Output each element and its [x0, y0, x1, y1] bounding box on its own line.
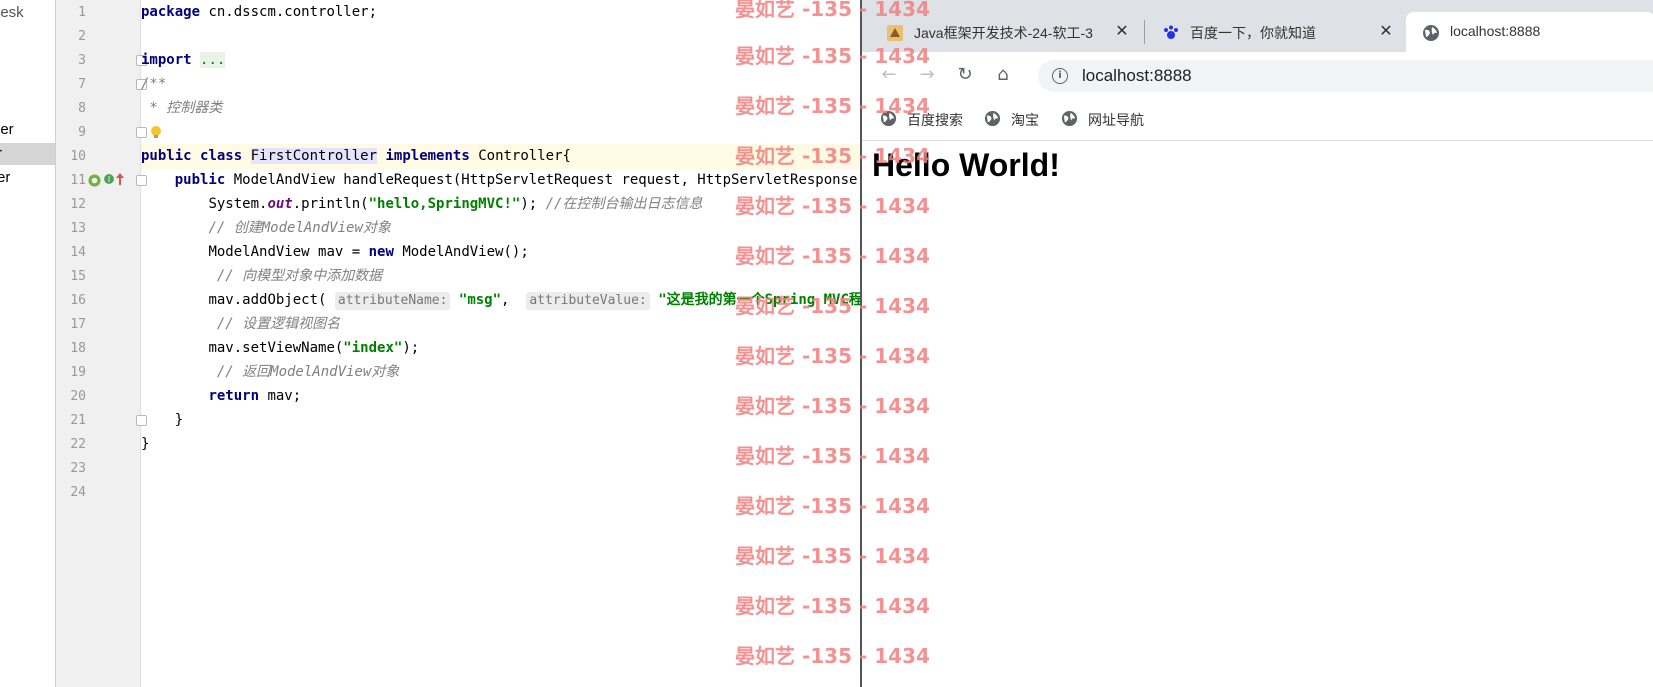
- tab-title: 百度一下，你就知道: [1190, 25, 1316, 41]
- project-tree-item[interactable]: ler: [0, 119, 55, 141]
- code-line: System.out.println("hello,SpringMVC!"); …: [208, 196, 703, 212]
- implements-arrow-icon[interactable]: [115, 172, 125, 186]
- code-line: package cn.dsscm.controller;: [141, 4, 378, 20]
- code-line: }: [174, 412, 184, 428]
- ide-window: or\Desk ler r er 1 2 3 7 8 9 10 11 12 13…: [0, 0, 861, 687]
- baidu-paw-icon: [1164, 25, 1178, 39]
- browser-toolbar: ← → ↻ ⌂ i localhost:8888: [862, 52, 1653, 98]
- tab-title: Java框架开发技术-24-软工-3: [914, 25, 1093, 41]
- line-number: 15: [70, 269, 86, 284]
- code-line: // 返回ModelAndView对象: [216, 364, 400, 380]
- page-heading: Hello World!: [872, 147, 1060, 183]
- code-line: mav.setViewName("index");: [208, 340, 420, 356]
- tab-close-icon[interactable]: ✕: [1112, 21, 1132, 41]
- intention-bulb-icon[interactable]: [149, 125, 163, 139]
- spring-bean-icon[interactable]: [88, 174, 101, 187]
- line-number: 7: [78, 77, 86, 92]
- svg-text:I: I: [108, 175, 110, 184]
- line-number: 10: [70, 149, 86, 164]
- line-number: 23: [70, 461, 86, 476]
- code-line: return mav;: [208, 388, 302, 404]
- browser-window: Java框架开发技术-24-软工-3 ✕ 百度一下，你就知道 ✕ localho…: [860, 0, 1653, 687]
- line-number: 19: [70, 365, 86, 380]
- editor-gutter: 1 2 3 7 8 9 10 11 12 13 14 15 16 17 18 1…: [56, 0, 147, 687]
- code-line: public ModelAndView handleRequest(HttpSe…: [174, 172, 858, 188]
- line-number: 11: [70, 173, 86, 188]
- code-line: }: [141, 436, 150, 452]
- parameter-hint: attributeValue:: [526, 292, 650, 310]
- java-favicon-icon: [887, 25, 903, 41]
- line-number: 13: [70, 221, 86, 236]
- line-number: 16: [70, 293, 86, 308]
- line-number: 22: [70, 437, 86, 452]
- bookmark-label: 网址导航: [1088, 112, 1144, 128]
- line-number: 14: [70, 245, 86, 260]
- tab-baidu[interactable]: 百度一下，你就知道 ✕: [1146, 12, 1406, 52]
- site-info-icon[interactable]: i: [1052, 68, 1068, 84]
- back-button[interactable]: ←: [878, 64, 900, 86]
- address-url[interactable]: localhost:8888: [1082, 66, 1192, 86]
- code-line: // 设置逻辑视图名: [216, 316, 341, 332]
- tab-close-icon[interactable]: ✕: [1376, 21, 1396, 41]
- line-number: 20: [70, 389, 86, 404]
- code-editor[interactable]: package cn.dsscm.controller; import ... …: [141, 0, 861, 687]
- tab-title: localhost:8888: [1450, 23, 1541, 39]
- globe-icon: [1423, 25, 1439, 41]
- parameter-hint: attributeName:: [334, 292, 451, 310]
- globe-icon: [1061, 110, 1078, 127]
- tab-java-course[interactable]: Java框架开发技术-24-软工-3 ✕: [870, 12, 1140, 52]
- address-bar[interactable]: i localhost:8888: [1038, 60, 1653, 92]
- line-number: 21: [70, 413, 86, 428]
- code-line-current: public class FirstController implements …: [141, 144, 861, 169]
- bookmarks-bar: 百度搜索 淘宝 网址导航: [862, 98, 1653, 141]
- bookmark-label: 淘宝: [1011, 112, 1039, 128]
- line-number: 8: [78, 101, 86, 116]
- line-number: 1: [78, 5, 86, 20]
- project-tree-panel: or\Desk ler r er: [0, 0, 56, 687]
- forward-button[interactable]: →: [916, 64, 938, 86]
- override-marker-icon[interactable]: I: [104, 174, 114, 184]
- line-number: 2: [78, 29, 86, 44]
- globe-icon: [880, 110, 897, 127]
- line-number: 3: [78, 53, 86, 68]
- line-number: 18: [70, 341, 86, 356]
- code-line: [141, 120, 861, 145]
- code-line: // 创建ModelAndView对象: [208, 220, 391, 236]
- line-number: 24: [70, 485, 86, 500]
- page-content: Hello World!: [862, 141, 1653, 687]
- code-line: * 控制器类: [141, 100, 223, 116]
- project-path-label: or\Desk: [0, 4, 24, 21]
- tab-localhost-active[interactable]: localhost:8888: [1406, 12, 1653, 52]
- code-line: /**: [141, 76, 167, 92]
- tab-strip: Java框架开发技术-24-软工-3 ✕ 百度一下，你就知道 ✕ localho…: [862, 0, 1653, 52]
- line-number: 17: [70, 317, 86, 332]
- globe-icon: [984, 110, 1001, 127]
- tab-separator: [1144, 20, 1145, 44]
- code-line: import ...: [141, 52, 226, 68]
- reload-button[interactable]: ↻: [954, 64, 976, 86]
- bookmark-label: 百度搜索: [907, 112, 963, 128]
- project-tree-item-selected[interactable]: r: [0, 143, 55, 165]
- code-line: // 向模型对象中添加数据: [216, 268, 383, 284]
- project-tree-item[interactable]: er: [0, 167, 55, 189]
- home-button[interactable]: ⌂: [992, 64, 1014, 86]
- line-number: 9: [78, 125, 86, 140]
- line-number: 12: [70, 197, 86, 212]
- code-line: mav.addObject( attributeName: "msg", att…: [208, 292, 861, 310]
- collapsed-imports[interactable]: ...: [200, 52, 226, 68]
- code-line: ModelAndView mav = new ModelAndView();: [208, 244, 529, 260]
